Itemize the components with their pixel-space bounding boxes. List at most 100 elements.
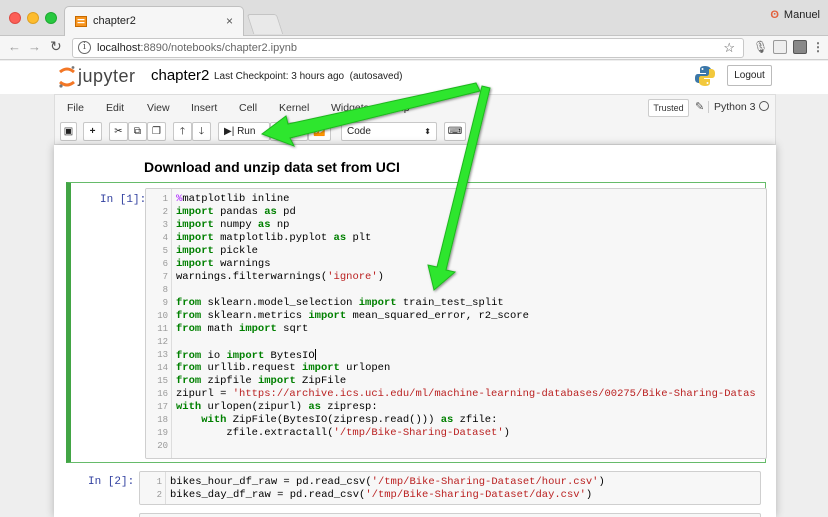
extension-dark-icon[interactable] (793, 40, 807, 54)
chrome-menu-icon[interactable]: ⋮ (811, 40, 825, 54)
cell1-code-line (176, 284, 766, 297)
browser-window: chapter2 × ʘ Manuel ← → ↻ i localhost:889… (0, 0, 828, 517)
cell1-line-number: 9 (162, 298, 168, 308)
code-editor[interactable]: 1 2 3 4 5 6 7 8 9 10 11 12 13 14 15 16 17 18 19 20 %matplot… (145, 188, 767, 459)
cell1-line-number: 15 (157, 376, 168, 386)
trusted-indicator[interactable]: Trusted (648, 99, 689, 117)
text-cursor (314, 349, 316, 360)
insert-cell-icon[interactable]: + (83, 122, 102, 141)
menu-insert[interactable]: Insert (191, 102, 217, 114)
code-editor-3[interactable] (139, 513, 761, 517)
cell1-line-number: 7 (162, 272, 168, 282)
url-text: localhost:8890/notebooks/chapter2.ipynb (97, 42, 297, 54)
code-keyword: import (302, 362, 340, 374)
restart-icon[interactable]: C (289, 122, 308, 141)
code-token: warnings.filterwarnings( (176, 271, 328, 283)
cell1-code-line: with urlopen(zipurl) as zipresp: (176, 401, 766, 414)
jupyter-header: jupyter chapter2 Last Checkpoint: 3 hour… (0, 61, 828, 94)
microphone-icon[interactable]: 🎙 (753, 40, 768, 54)
save-icon[interactable]: ▣ (60, 122, 77, 141)
profile-button[interactable]: ʘ Manuel (770, 9, 820, 21)
paste-icon[interactable]: ❐ (147, 122, 166, 141)
edit-pencil-icon[interactable]: ✎ (695, 100, 704, 113)
cell1-line-number: 1 (162, 194, 168, 204)
cell1-code-line: %matplotlib inline (176, 193, 766, 206)
logout-button[interactable]: Logout (727, 65, 772, 86)
cell1-line-number: 19 (157, 428, 168, 438)
forward-arrow-icon[interactable]: → (28, 39, 41, 54)
browser-tab[interactable]: chapter2 × (64, 6, 244, 36)
cell1-line-number: 10 (157, 311, 168, 321)
cell1-code-line: import pickle (176, 245, 766, 258)
code-token: zfile: (453, 414, 498, 426)
menu-edit[interactable]: Edit (106, 102, 124, 114)
jupyter-logo-text: jupyter (78, 66, 136, 86)
code-keyword: from (176, 362, 202, 374)
close-window-button[interactable] (9, 12, 21, 24)
code-token: pickle (213, 245, 258, 257)
code-keyword: as (308, 401, 321, 413)
menu-file[interactable]: File (67, 102, 84, 114)
code-token: warnings (213, 258, 271, 270)
code-token: zipurl = (176, 388, 233, 400)
cell-type-select[interactable]: Code ⬍ (341, 122, 437, 141)
code-token: train_test_split (396, 297, 504, 309)
notebook-area: Download and unzip data set from UCI In … (0, 145, 828, 517)
code-token: ) (598, 476, 605, 488)
code-keyword: from (176, 297, 202, 309)
menu-widgets[interactable]: Widgets (331, 102, 369, 114)
code-string: '/tmp/Bike-Sharing-Dataset' (333, 427, 504, 439)
cell1-line-number: 12 (157, 337, 168, 347)
code-token: matplotlib inline (182, 193, 290, 205)
code-string: '/tmp/Bike-Sharing-Dataset/hour.csv' (371, 476, 599, 488)
notebook-name[interactable]: chapter2 (151, 67, 209, 84)
cell1-code-line: from io import BytesIO (176, 349, 766, 362)
cell1-code-line: import pandas as pd (176, 206, 766, 219)
address-bar[interactable]: i localhost:8890/notebooks/chapter2.ipyn… (72, 38, 744, 58)
code-token: ) (377, 271, 384, 283)
code-token: bikes_day_df_raw = pd.read_csv( (170, 489, 366, 501)
browser-toolbar: ← → ↻ i localhost:8890/notebooks/chapter… (0, 36, 828, 60)
command-palette-icon[interactable]: ⌨ (444, 122, 466, 141)
minimize-window-button[interactable] (27, 12, 39, 24)
run-button[interactable]: ▶| Run (218, 122, 270, 141)
kernel-name: Python 3 (708, 101, 755, 113)
cell1-line-number: 8 (162, 285, 168, 295)
code-editor-2[interactable]: 12 bikes_hour_df_raw = pd.read_csv('/tmp… (139, 471, 761, 505)
code-keyword: as (333, 232, 347, 244)
menu-cell[interactable]: Cell (239, 102, 257, 114)
cell1-line-number: 3 (162, 220, 168, 230)
code-token: ) (585, 489, 593, 501)
restart-run-all-icon[interactable]: ⏩ (308, 122, 331, 141)
code-token: urlopen(zipurl) (201, 401, 309, 413)
menu-kernel[interactable]: Kernel (279, 102, 309, 114)
menu-view[interactable]: View (147, 102, 170, 114)
tab-close-icon[interactable]: × (226, 14, 233, 28)
info-icon[interactable]: i (78, 41, 91, 54)
bookmark-star-icon[interactable]: ☆ (723, 40, 735, 56)
interrupt-icon[interactable]: ■ (270, 122, 289, 141)
code-token: sklearn.model_selection (201, 297, 359, 309)
new-tab-button[interactable] (246, 14, 284, 34)
cell2-code-line: bikes_day_df_raw = pd.read_csv('/tmp/Bik… (170, 489, 760, 502)
move-down-icon[interactable]: 🡓 (192, 122, 211, 141)
code-token: bikes_hour_df_raw = pd.read_csv( (170, 476, 372, 488)
code-token: urlopen (339, 362, 391, 374)
maximize-window-button[interactable] (45, 12, 57, 24)
selected-code-cell[interactable]: In [1]: 1 2 3 4 5 6 7 8 9 10 11 12 13 14 15 16 17 18 19 20 … (66, 182, 767, 463)
code-token: zfile.extractall( (176, 427, 334, 439)
jupyter-logo-icon[interactable] (58, 65, 76, 89)
move-up-icon[interactable]: 🡑 (173, 122, 192, 141)
copy-icon[interactable]: ⧉ (128, 122, 147, 141)
code-token: ZipFile (295, 375, 347, 387)
reload-icon[interactable]: ↻ (50, 38, 62, 55)
cell1-code-line: zipurl = 'https://archive.ics.uci.edu/ml… (176, 388, 766, 401)
back-arrow-icon[interactable]: ← (8, 39, 21, 54)
code-keyword: import (176, 206, 214, 218)
markdown-heading[interactable]: Download and unzip data set from UCI (144, 159, 400, 175)
menu-help[interactable]: Help (388, 102, 410, 114)
run-label: Run (237, 126, 256, 137)
profile-icon: ʘ (770, 9, 779, 21)
extension-icon[interactable] (773, 40, 787, 54)
cut-icon[interactable]: ✂ (109, 122, 128, 141)
